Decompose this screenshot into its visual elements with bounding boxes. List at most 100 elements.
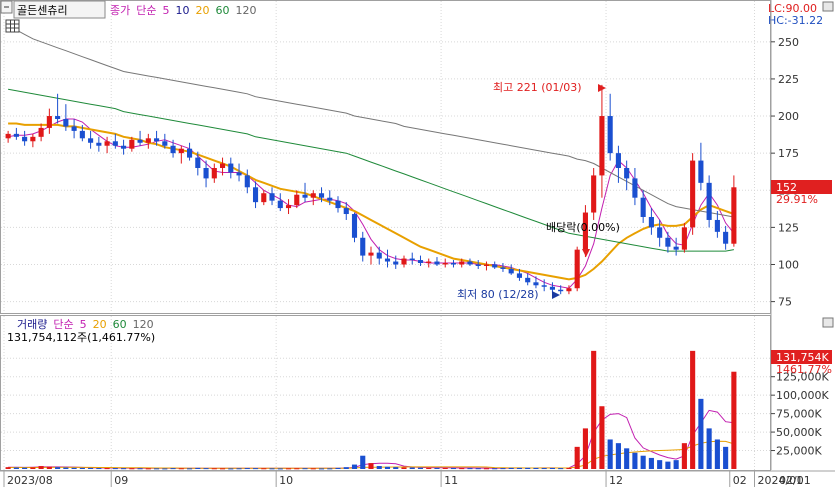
volume-bar	[483, 468, 490, 470]
candle-body	[450, 263, 457, 265]
volume-bar	[154, 468, 160, 470]
grid-toggle-icon[interactable]	[5, 19, 20, 33]
volume-bar	[170, 468, 176, 470]
legend-item: 120	[236, 4, 257, 17]
candle-body	[145, 138, 151, 143]
volume-bar	[714, 439, 720, 469]
volume-bar	[541, 468, 547, 470]
volume-bar	[368, 463, 374, 469]
candle-body	[665, 237, 671, 247]
volume-bar	[137, 468, 143, 470]
volume-bar	[252, 468, 259, 470]
volume-bar	[467, 468, 473, 470]
volume-bar	[690, 350, 696, 469]
volume-bar	[574, 446, 580, 469]
candle-body	[170, 145, 176, 154]
volume-bar	[79, 467, 85, 469]
candle-body	[310, 193, 316, 198]
candle-body	[492, 264, 498, 268]
volume-bar	[401, 467, 407, 469]
volume-tick-label: 100,000K	[776, 389, 829, 402]
volume-bar	[285, 468, 292, 470]
candle-body	[558, 289, 564, 292]
candle-body	[96, 142, 102, 146]
volume-bar	[261, 468, 267, 470]
volume-bar	[71, 467, 77, 469]
dividend-annotation: 배당락(0.00%)	[546, 221, 620, 234]
candle-body	[723, 231, 729, 244]
candle-body	[574, 249, 580, 289]
legend-item: 60	[113, 318, 127, 331]
volume-bar	[187, 468, 193, 470]
candle-body	[657, 227, 663, 238]
volume-bar	[269, 468, 275, 470]
candle-body	[648, 216, 654, 228]
hc-value: HC:-31.22	[768, 14, 823, 27]
candle-body	[632, 178, 638, 198]
candle-body	[79, 130, 85, 139]
candle-body	[327, 197, 333, 201]
volume-bar	[112, 468, 118, 470]
candle-body	[681, 227, 687, 250]
volume-bar	[442, 467, 448, 469]
candle-body	[549, 286, 555, 290]
candle-body	[401, 258, 407, 265]
legend-item: 단순	[136, 4, 156, 17]
candle-body	[195, 157, 201, 168]
candle-body	[360, 237, 366, 256]
candle-body	[591, 175, 597, 213]
candle-body	[55, 116, 61, 120]
price-tick-label: 250	[778, 36, 799, 49]
volume-bar	[599, 406, 605, 469]
stock-chart: 골든센츄리 종가 단순 5 10 20 60 120 LC:90.00 HC:-31.22 …	[0, 0, 835, 488]
candle-body	[203, 168, 209, 179]
volume-bar	[211, 468, 217, 470]
volume-bar	[500, 468, 506, 470]
candle-body	[351, 214, 358, 238]
candle-body	[335, 200, 341, 209]
price-tick-label: 200	[778, 110, 799, 123]
volume-bar	[228, 468, 234, 470]
candle-body	[607, 116, 613, 154]
candle-body	[525, 277, 531, 283]
candle-body	[88, 138, 94, 143]
candle-body	[426, 261, 432, 264]
candle-body	[187, 148, 193, 158]
volume-bar	[236, 468, 242, 470]
volume-pane-close-button[interactable]	[822, 317, 834, 328]
volume-bar	[335, 467, 341, 469]
volume-bar	[665, 461, 671, 469]
candle-body	[442, 263, 448, 265]
volume-bar	[46, 466, 52, 469]
candle-body	[22, 136, 28, 142]
candle-body	[500, 267, 506, 269]
candle-body	[38, 127, 44, 137]
volume-bar	[409, 467, 415, 469]
volume-bar	[706, 428, 712, 469]
pane-close-button[interactable]	[822, 1, 834, 12]
candle-body	[228, 163, 234, 173]
price-change: 29.91%	[776, 193, 818, 206]
volume-bar	[219, 468, 226, 470]
volume-bar	[203, 468, 209, 470]
stock-name: 골든센츄리	[17, 4, 68, 17]
candle-body	[269, 193, 275, 201]
volume-bar	[549, 467, 555, 469]
candle-body	[417, 260, 424, 264]
volume-bar	[450, 468, 457, 470]
volume-bar	[525, 467, 531, 469]
candle-body	[508, 268, 514, 274]
volume-bar	[516, 467, 523, 469]
volume-bar	[434, 467, 440, 469]
volume-legend: 거래량 단순 5 20 60 120	[17, 318, 154, 331]
x-tick-label: 02	[733, 474, 747, 487]
volume-bar	[417, 467, 424, 469]
x-tick-label: 10	[279, 474, 293, 487]
volume-bar	[244, 468, 250, 470]
volume-bar	[673, 460, 679, 469]
volume-bar	[302, 468, 308, 470]
candle-body	[285, 205, 292, 209]
volume-bar	[129, 468, 135, 470]
volume-bar	[582, 428, 588, 469]
candle-body	[261, 193, 267, 203]
